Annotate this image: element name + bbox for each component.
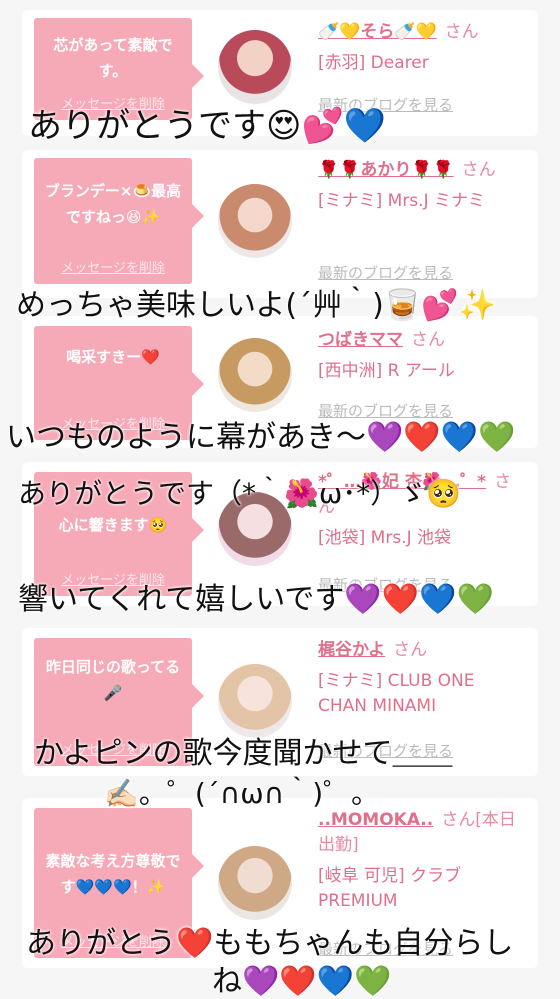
sender-info: 梶谷かよ さん [ミナミ] CLUB ONE CHAN MINAMI <box>318 638 523 719</box>
sender-info: つばきママ さん [西中洲] R アール <box>318 328 523 384</box>
avatar[interactable] <box>218 338 292 412</box>
honorific: さん <box>393 640 428 660</box>
message-text: 素敵な考え方尊敬です💙💙💙！✨ <box>45 852 181 896</box>
shop-name: [岐阜 可児] クラブPREMIUM <box>318 866 462 911</box>
avatar[interactable] <box>218 846 292 920</box>
shop-name: [ミナミ] CLUB ONE CHAN MINAMI <box>318 671 475 716</box>
sender-name-link[interactable]: 🍼💛そら🍼💛 <box>318 22 437 42</box>
honorific: さん <box>411 330 445 350</box>
sender-info: ..MOMOKA.. さん[本日出勤] [岐阜 可児] クラブPREMIUM <box>318 808 523 914</box>
overlay-caption: 響いてくれて嬉しいです💜❤️💙💚 <box>18 582 494 617</box>
delete-message-link[interactable]: メッセージを削除 <box>34 257 192 276</box>
avatar[interactable] <box>218 664 292 738</box>
shop-name: [西中洲] R アール <box>318 361 455 381</box>
message-text: 心に響きます🥺 <box>58 516 168 534</box>
sender-name-link[interactable]: ..MOMOKA.. <box>318 810 433 830</box>
avatar[interactable] <box>218 30 292 104</box>
overlay-caption: ありがとうです（*｀🌺ω･*）ゞ🥺 <box>18 477 462 510</box>
message-text: 喝采すきー❤️ <box>66 348 160 366</box>
message-text: ブランデー×🍮最高ですねっ😆✨ <box>44 182 182 226</box>
avatar[interactable] <box>218 184 292 258</box>
sender-info: 🍼💛そら🍼💛 さん [赤羽] Dearer <box>318 20 523 76</box>
sender-name-line: 🌹🌹あかり🌹🌹 さん <box>318 158 523 183</box>
overlay-caption: ね💜❤️💙💚 <box>212 964 392 999</box>
message-bubble: ブランデー×🍮最高ですねっ😆✨ メッセージを削除 <box>34 158 204 284</box>
message-text: 芯があって素敵です。 <box>53 36 173 80</box>
honorific: さん <box>444 22 479 42</box>
overlay-caption: めっちゃ美味しいよ(´艸｀)🥃💕✨ <box>16 288 496 323</box>
sender-name-line: つばきママ さん <box>318 328 523 353</box>
sender-info: 🌹🌹あかり🌹🌹 さん [ミナミ] Mrs.J ミナミ <box>318 158 523 214</box>
honorific: さん <box>461 160 496 180</box>
sender-name-line: 🍼💛そら🍼💛 さん <box>318 20 523 45</box>
overlay-caption: ありがとうです😍💕💙 <box>28 106 387 146</box>
overlay-caption: ✍🏻。゜(´∩ω∩｀)゜。 <box>104 777 380 810</box>
shop-name: [ミナミ] Mrs.J ミナミ <box>318 191 486 211</box>
overlay-caption: いつものように幕があき〜💜❤️💙💚 <box>6 420 516 455</box>
sender-name-link[interactable]: 🌹🌹あかり🌹🌹 <box>318 160 454 180</box>
shop-name: [赤羽] Dearer <box>318 53 429 73</box>
overlay-caption: かよピンの歌今度聞かせて＿＿ <box>34 736 453 771</box>
shop-name: [池袋] Mrs.J 池袋 <box>318 528 452 548</box>
message-text: 昨日同じの歌ってる🎤 <box>45 658 181 702</box>
sender-name-line: 梶谷かよ さん <box>318 638 523 663</box>
sender-name-line: ..MOMOKA.. さん[本日出勤] <box>318 808 523 858</box>
sender-name-link[interactable]: つばきママ <box>318 330 403 350</box>
message-card: ブランデー×🍮最高ですねっ😆✨ メッセージを削除 🌹🌹あかり🌹🌹 さん [ミナミ]… <box>22 150 538 298</box>
sender-name-link[interactable]: 梶谷かよ <box>318 640 385 660</box>
